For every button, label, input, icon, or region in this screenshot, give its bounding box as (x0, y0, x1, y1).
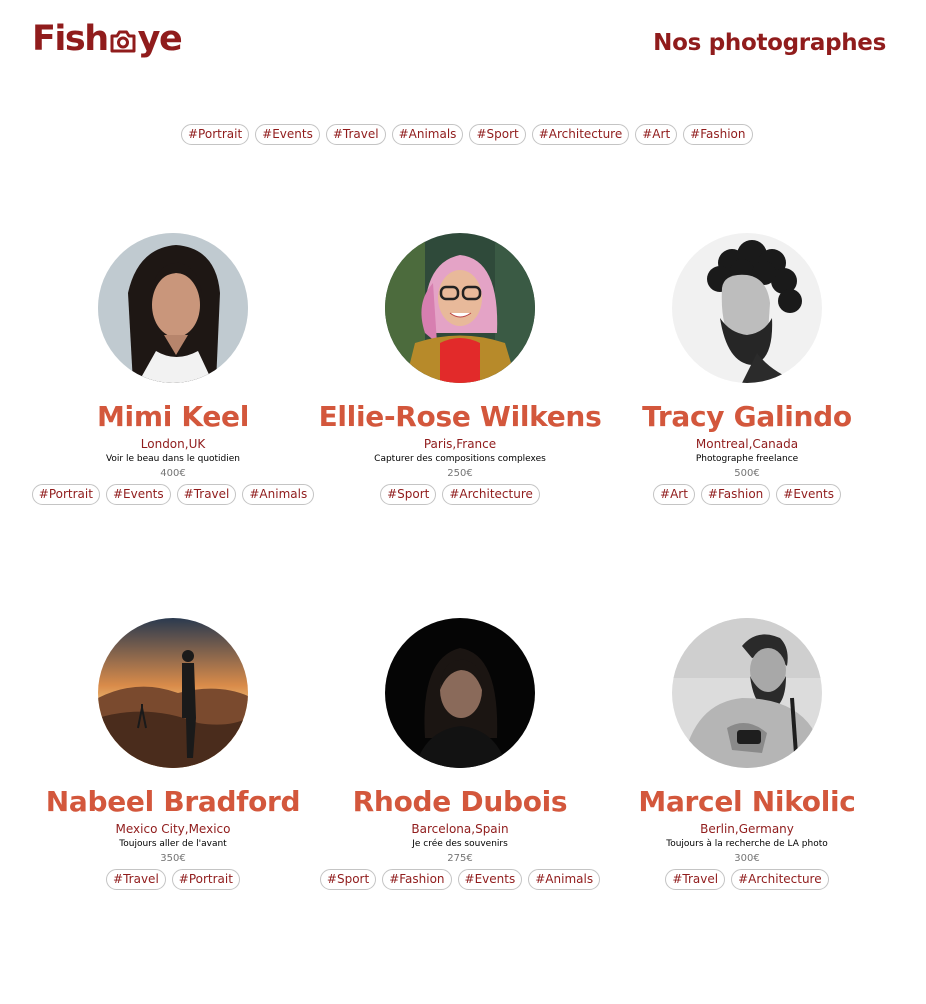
tag-architecture[interactable]: #Architecture (731, 869, 829, 890)
photographer-tags: #Sport #Fashion #Events #Animals (319, 869, 601, 890)
photographer-tagline: Je crée des souvenirs (412, 839, 508, 849)
photographer-tagline: Toujours à la recherche de LA photo (666, 839, 828, 849)
tag-architecture[interactable]: #Architecture (442, 484, 540, 505)
photographer-card: Ellie-Rose Wilkens Paris,France Capturer… (310, 233, 610, 505)
tag-portrait[interactable]: #Portrait (171, 869, 240, 890)
photographer-location: Paris,France (423, 437, 497, 451)
tag-events[interactable]: #Events (776, 484, 841, 505)
photographer-portrait[interactable] (672, 233, 822, 383)
site-header: Fish ye Nos photographes (0, 0, 926, 90)
tag-fashion[interactable]: #Fashion (700, 484, 771, 505)
photographer-card: Rhode Dubois Barcelona,Spain Je crée des… (310, 618, 610, 890)
tag-travel[interactable]: #Travel (665, 869, 726, 890)
photographer-tagline: Toujours aller de l'avant (119, 839, 227, 849)
filter-tag-travel[interactable]: #Travel (325, 124, 386, 145)
photographer-tags: #Travel #Architecture (665, 869, 829, 890)
photographer-portrait[interactable] (98, 618, 248, 768)
filter-tag-animals[interactable]: #Animals (391, 124, 464, 145)
photographer-name: Tracy Galindo (642, 400, 852, 433)
photographer-portrait[interactable] (98, 233, 248, 383)
tag-travel[interactable]: #Travel (176, 484, 237, 505)
logo-text-prefix: Fish (32, 19, 109, 59)
photographer-portrait[interactable] (672, 618, 822, 768)
photographer-card: Nabeel Bradford Mexico City,Mexico Toujo… (23, 618, 323, 890)
photographer-price: 350€ (160, 853, 186, 864)
photographer-location: Montreal,Canada (695, 437, 799, 451)
tag-art[interactable]: #Art (653, 484, 695, 505)
photographer-price: 250€ (447, 468, 473, 479)
photographer-name: Nabeel Bradford (45, 785, 301, 818)
photographer-card: Marcel Nikolic Berlin,Germany Toujours à… (597, 618, 897, 890)
photographer-price: 500€ (734, 468, 760, 479)
photographer-card: Mimi Keel London,UK Voir le beau dans le… (23, 233, 323, 505)
tag-events[interactable]: #Events (457, 869, 523, 890)
photographer-name: Mimi Keel (96, 400, 250, 433)
photographer-tagline: Photographe freelance (695, 454, 799, 464)
photographer-portrait[interactable] (385, 233, 535, 383)
tag-sport[interactable]: #Sport (319, 869, 377, 890)
tag-sport[interactable]: #Sport (380, 484, 437, 505)
photographer-name: Ellie-Rose Wilkens (318, 400, 602, 433)
photographer-portrait[interactable] (385, 618, 535, 768)
tag-travel[interactable]: #Travel (106, 869, 166, 890)
filter-tag-fashion[interactable]: #Fashion (683, 124, 753, 145)
photographer-price: 400€ (160, 468, 186, 479)
photographer-card: Tracy Galindo Montreal,Canada Photograph… (597, 233, 897, 505)
filter-tag-sport[interactable]: #Sport (469, 124, 526, 145)
page-title: Nos photographes (653, 30, 886, 56)
photographer-price: 300€ (734, 853, 760, 864)
tag-events[interactable]: #Events (105, 484, 171, 505)
photographer-location: Mexico City,Mexico (115, 822, 231, 836)
filter-tag-events[interactable]: #Events (255, 124, 320, 145)
filter-tag-architecture[interactable]: #Architecture (531, 124, 630, 145)
photographer-tags: #Art #Fashion #Events (653, 484, 841, 505)
photographer-name: Marcel Nikolic (638, 785, 856, 818)
camera-icon (109, 27, 137, 55)
photographer-location: Barcelona,Spain (411, 822, 509, 836)
tag-fashion[interactable]: #Fashion (382, 869, 452, 890)
tag-animals[interactable]: #Animals (242, 484, 315, 505)
photographer-location: Berlin,Germany (700, 822, 794, 836)
photographer-tagline: Capturer des compositions complexes (374, 454, 546, 464)
photographer-price: 275€ (447, 853, 473, 864)
tag-filter-nav: #Portrait #Events #Travel #Animals #Spor… (181, 124, 753, 145)
logo[interactable]: Fish ye (32, 19, 183, 59)
tag-animals[interactable]: #Animals (528, 869, 601, 890)
photographer-tags: #Travel #Portrait (106, 869, 240, 890)
tag-portrait[interactable]: #Portrait (31, 484, 100, 505)
logo-text-suffix: ye (137, 19, 183, 59)
filter-tag-portrait[interactable]: #Portrait (181, 124, 250, 145)
photographer-tagline: Voir le beau dans le quotidien (105, 454, 241, 464)
photographer-name: Rhode Dubois (352, 785, 568, 818)
filter-tag-art[interactable]: #Art (635, 124, 678, 145)
photographer-tags: #Portrait #Events #Travel #Animals (31, 484, 315, 505)
photographer-location: London,UK (140, 437, 206, 451)
photographer-tags: #Sport #Architecture (380, 484, 540, 505)
